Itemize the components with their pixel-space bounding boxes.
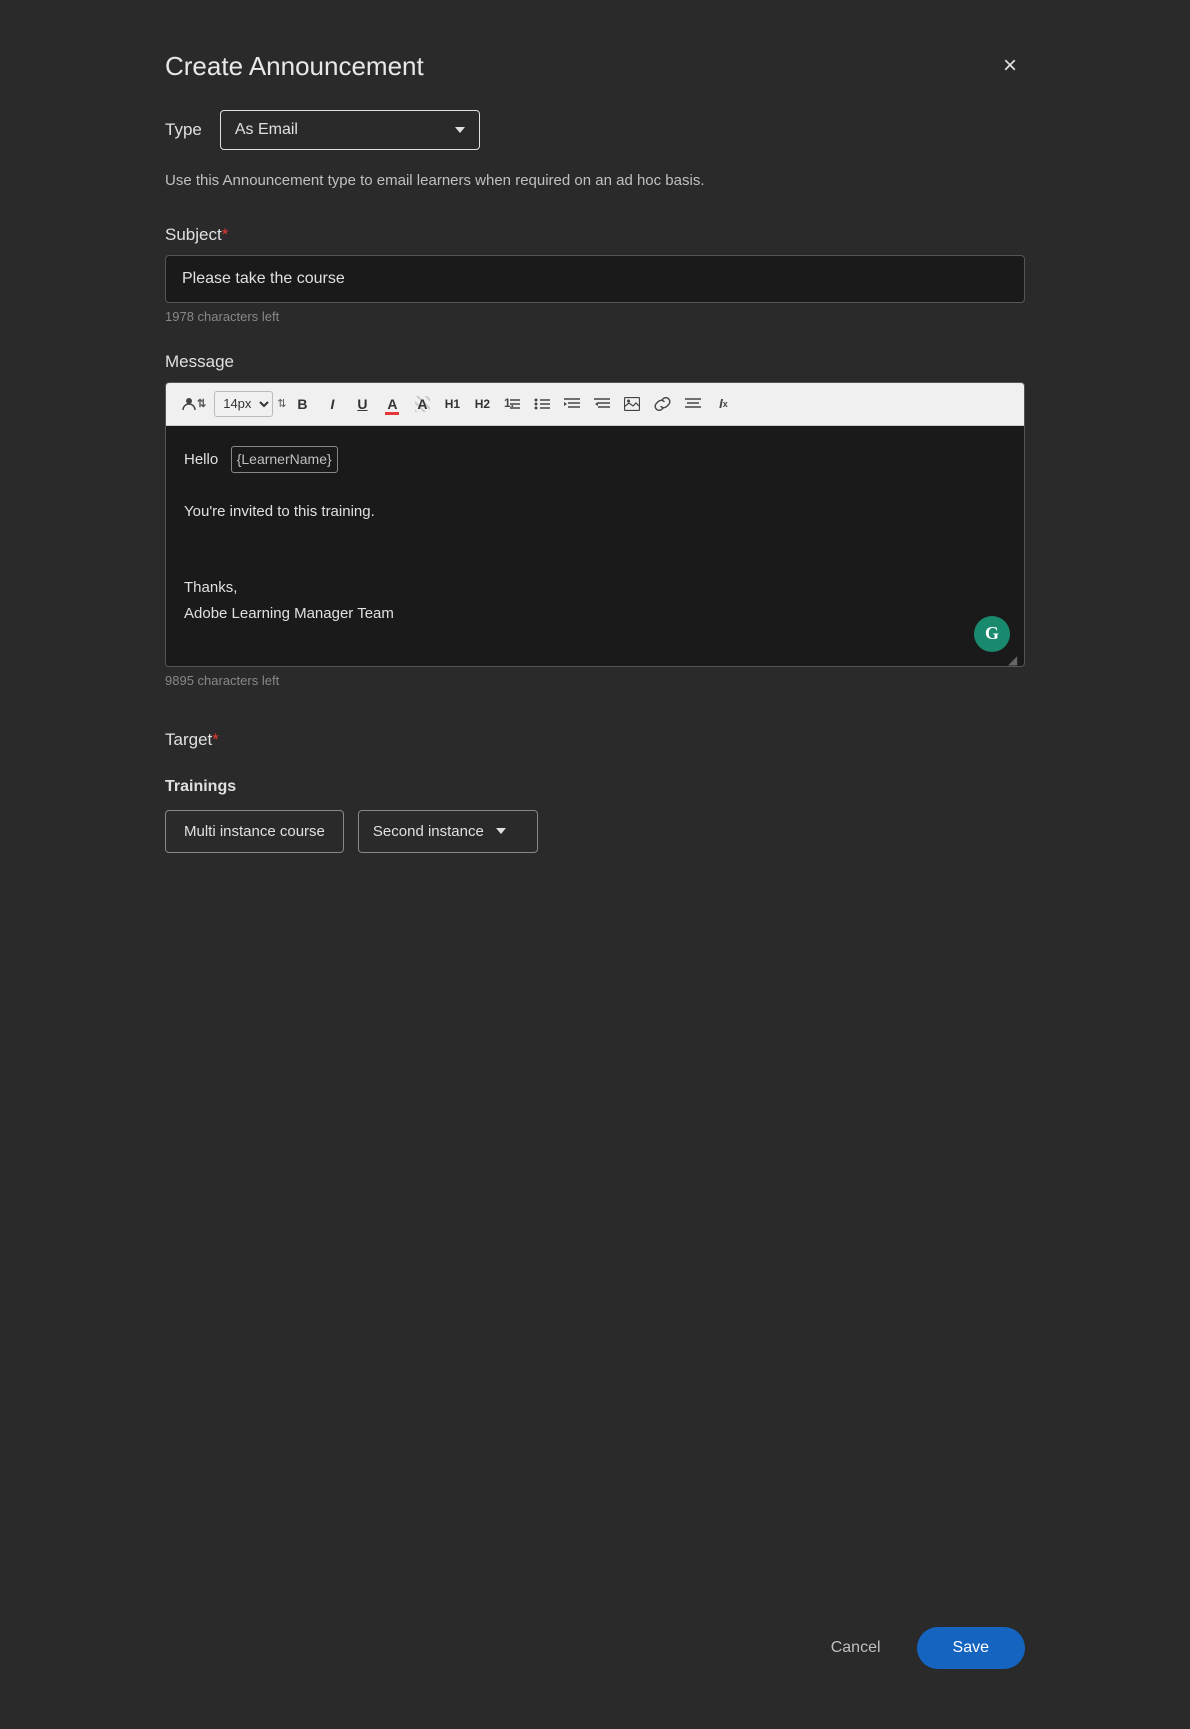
- trainings-row: Multi instance course Second instance: [165, 810, 1025, 853]
- link-button[interactable]: [649, 391, 676, 417]
- trainings-label: Trainings: [165, 778, 1025, 796]
- greeting-text: Hello: [184, 451, 218, 468]
- editor-signature-line1: Thanks,: [184, 575, 1006, 601]
- h2-button[interactable]: H2: [469, 391, 495, 417]
- editor-signature-line2: Adobe Learning Manager Team: [184, 601, 1006, 627]
- subject-required-indicator: *: [222, 225, 229, 244]
- type-label: Type: [165, 120, 202, 140]
- h1-button[interactable]: H1: [439, 391, 465, 417]
- target-label: Target*: [165, 730, 1025, 750]
- ordered-list-button[interactable]: 1.: [499, 391, 525, 417]
- chevron-down-icon: [455, 127, 465, 133]
- subject-char-count: 1978 characters left: [165, 309, 1025, 324]
- editor-body[interactable]: Hello {LearnerName} You're invited to th…: [166, 426, 1024, 666]
- bold-button[interactable]: B: [289, 391, 315, 417]
- message-editor: ⇅ 14px 12px 16px 18px 20px ⇅ B I U A: [165, 382, 1025, 667]
- modal-header: Create Announcement ×: [165, 50, 1025, 82]
- cancel-button[interactable]: Cancel: [815, 1629, 897, 1667]
- font-size-select[interactable]: 14px 12px 16px 18px 20px: [214, 391, 273, 417]
- grammarly-button[interactable]: G: [974, 616, 1010, 652]
- font-size-updown-icon: ⇅: [277, 397, 285, 410]
- font-color-underline: [385, 412, 399, 415]
- editor-toolbar: ⇅ 14px 12px 16px 18px 20px ⇅ B I U A: [166, 383, 1024, 426]
- clear-format-button[interactable]: Ix: [710, 391, 736, 417]
- course-tag: Multi instance course: [165, 810, 344, 853]
- description-text: Use this Announcement type to email lear…: [165, 170, 1025, 193]
- message-char-count: 9895 characters left: [165, 673, 1025, 688]
- font-color-button[interactable]: A: [379, 391, 405, 417]
- editor-body-line1: You're invited to this training.: [184, 499, 1006, 525]
- indent-increase-button[interactable]: [559, 391, 585, 417]
- type-row: Type As Email: [165, 110, 1025, 150]
- instance-select[interactable]: Second instance: [358, 810, 538, 853]
- unordered-list-button[interactable]: [529, 391, 555, 417]
- modal-title: Create Announcement: [165, 51, 424, 82]
- updown-icon: ⇅: [197, 397, 205, 410]
- footer-actions: Cancel Save: [165, 1567, 1025, 1669]
- underline-button[interactable]: U: [349, 391, 375, 417]
- close-button[interactable]: ×: [995, 50, 1025, 82]
- target-section: Target* Trainings Multi instance course …: [165, 730, 1025, 853]
- learner-name-tag: {LearnerName}: [231, 446, 338, 474]
- instance-select-value: Second instance: [373, 823, 484, 840]
- font-bg-button[interactable]: A: [409, 391, 435, 417]
- create-announcement-modal: Create Announcement × Type As Email Use …: [135, 20, 1055, 1709]
- subject-input[interactable]: [165, 255, 1025, 303]
- message-label: Message: [165, 352, 1025, 372]
- indent-decrease-button[interactable]: [589, 391, 615, 417]
- instance-chevron-down-icon: [496, 828, 506, 834]
- align-button[interactable]: [680, 391, 706, 417]
- type-select[interactable]: As Email: [220, 110, 480, 150]
- type-select-value: As Email: [235, 121, 298, 139]
- editor-greeting-line: Hello {LearnerName}: [184, 446, 1006, 474]
- subject-label: Subject*: [165, 225, 1025, 245]
- target-required-indicator: *: [212, 730, 219, 749]
- grammarly-icon: G: [985, 623, 999, 644]
- save-button[interactable]: Save: [917, 1627, 1025, 1669]
- resize-handle[interactable]: ◢: [1008, 650, 1022, 664]
- italic-button[interactable]: I: [319, 391, 345, 417]
- person-icon-button[interactable]: ⇅: [176, 391, 210, 417]
- image-button[interactable]: [619, 391, 645, 417]
